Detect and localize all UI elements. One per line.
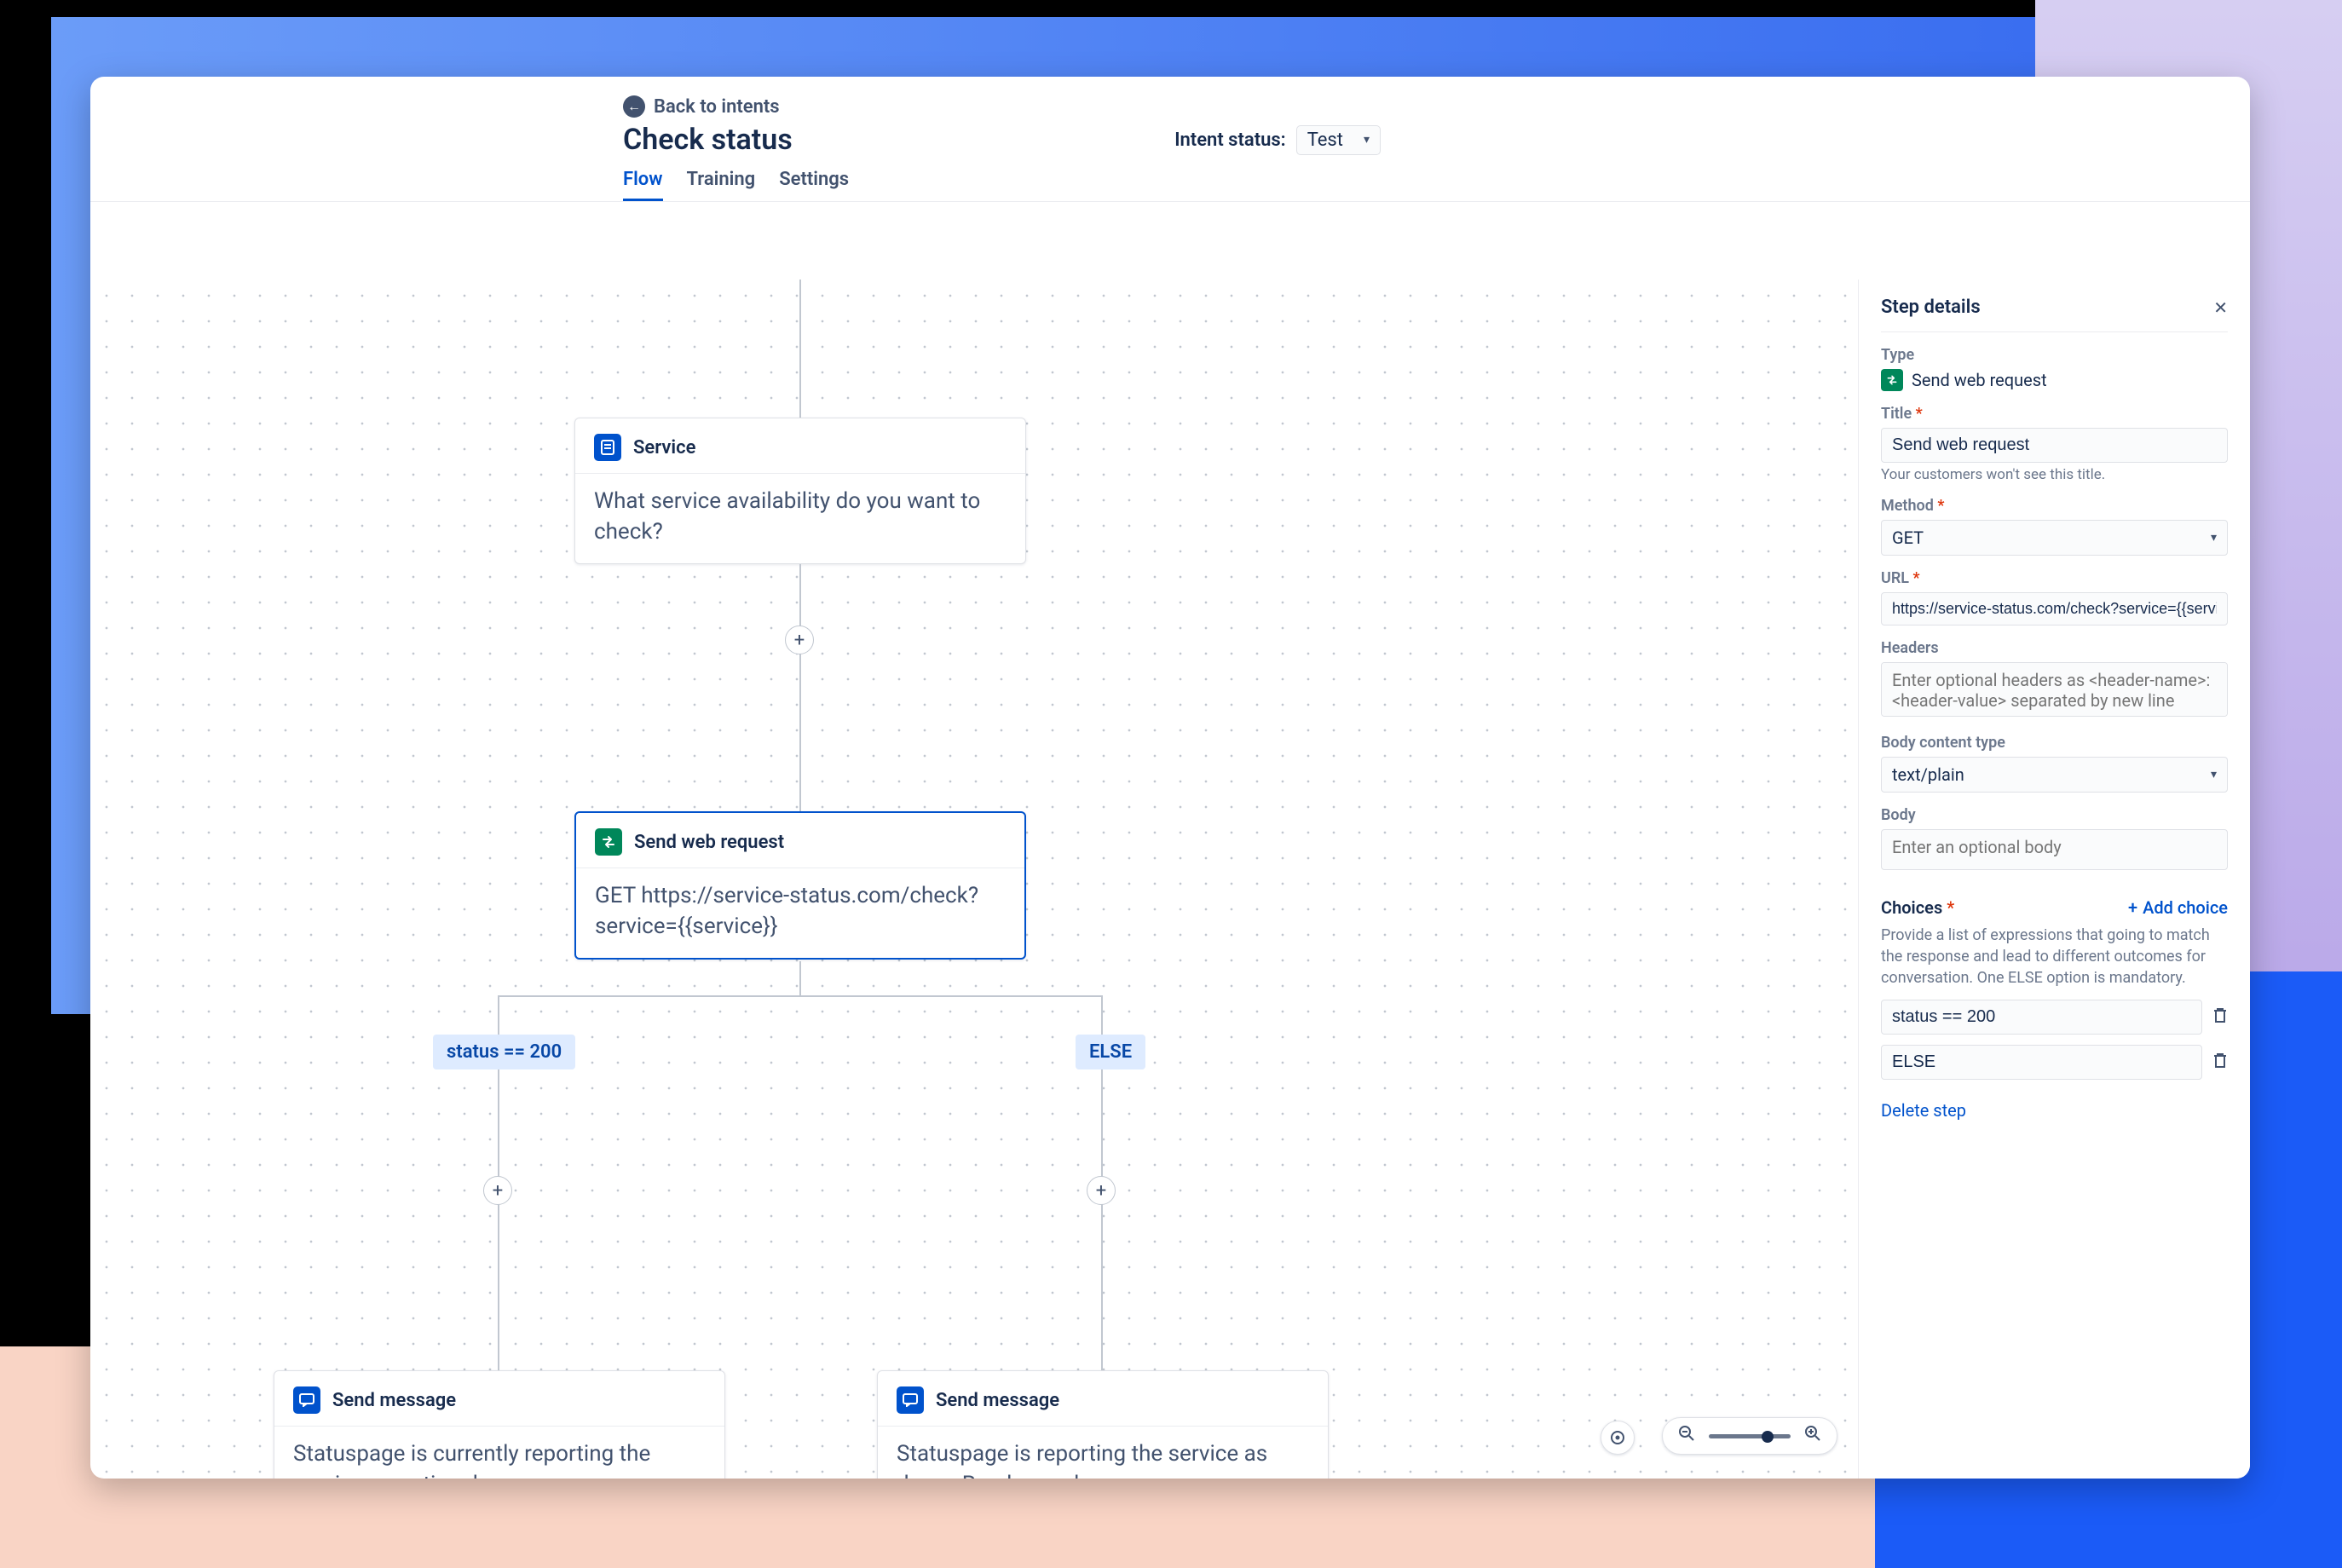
url-input[interactable] (1881, 592, 2228, 625)
node-send-message-right[interactable]: Send message Statuspage is reporting the… (877, 1370, 1329, 1479)
flow-canvas[interactable]: Service What service availability do you… (90, 280, 1858, 1479)
header: ← Back to intents Check status Intent st… (90, 77, 2250, 202)
add-choice-button[interactable]: +Add choice (2128, 897, 2228, 918)
recenter-button[interactable] (1601, 1421, 1635, 1455)
title-hint: Your customers won't see this title. (1881, 466, 2228, 483)
node-service[interactable]: Service What service availability do you… (574, 418, 1026, 564)
chevron-down-icon: ▾ (2211, 768, 2217, 781)
headers-input[interactable] (1881, 662, 2228, 717)
method-field-label: Method * (1881, 497, 2228, 515)
url-field-label: URL * (1881, 569, 2228, 587)
divider (575, 473, 1025, 474)
tabs: Flow Training Settings (623, 164, 2250, 201)
zoom-slider[interactable] (1709, 1434, 1791, 1438)
node-msg-left-title: Send message (332, 1390, 456, 1411)
plus-icon: + (2128, 897, 2137, 918)
panel-title: Step details (1881, 297, 1981, 318)
node-msg-left-body: Statuspage is currently reporting the se… (293, 1438, 706, 1479)
app-window: ← Back to intents Check status Intent st… (90, 77, 2250, 1479)
zoom-slider-knob[interactable] (1762, 1431, 1774, 1443)
page-title: Check status (623, 123, 793, 157)
trash-icon[interactable] (2212, 1006, 2228, 1028)
body-input[interactable] (1881, 829, 2228, 870)
back-link-label: Back to intents (654, 96, 780, 118)
body-type-select[interactable]: text/plain ▾ (1881, 757, 2228, 793)
title-field-label: Title * (1881, 405, 2228, 423)
divider (274, 1426, 724, 1427)
branch-label-left[interactable]: status == 200 (433, 1035, 575, 1069)
node-service-title: Service (633, 437, 695, 458)
node-msg-right-body: Statuspage is reporting the service as d… (897, 1438, 1309, 1479)
type-value: Send web request (1912, 370, 2047, 390)
node-webreq-body: GET https://service-status.com/check?ser… (595, 880, 1006, 943)
add-step-button[interactable]: + (785, 625, 814, 654)
close-icon[interactable]: ✕ (2213, 297, 2228, 318)
zoom-out-icon[interactable] (1678, 1425, 1695, 1447)
chevron-down-icon: ▾ (1364, 133, 1370, 147)
chevron-down-icon: ▾ (2211, 531, 2217, 545)
intent-status-label: Intent status: (1174, 130, 1286, 151)
zoom-controls (1662, 1417, 1837, 1455)
tab-settings[interactable]: Settings (779, 164, 849, 201)
intent-status-select[interactable]: Test ▾ (1296, 125, 1381, 155)
node-msg-right-title: Send message (936, 1390, 1059, 1411)
choice-row (1881, 1045, 2228, 1080)
swap-arrows-icon (1881, 369, 1903, 391)
connector (799, 961, 801, 995)
title-input[interactable] (1881, 428, 2228, 463)
choices-label: Choices * (1881, 897, 1954, 918)
method-value: GET (1892, 527, 1924, 548)
body-type-field-label: Body content type (1881, 734, 2228, 752)
arrow-left-icon: ← (623, 95, 645, 118)
add-step-right-button[interactable]: + (1087, 1176, 1116, 1205)
connector (799, 564, 801, 811)
type-label: Type (1881, 346, 2228, 364)
trash-icon[interactable] (2212, 1052, 2228, 1073)
body-field-label: Body (1881, 806, 2228, 824)
chat-icon (293, 1386, 320, 1414)
tab-training[interactable]: Training (687, 164, 756, 201)
method-select[interactable]: GET ▾ (1881, 520, 2228, 556)
headers-field-label: Headers (1881, 639, 2228, 657)
node-send-message-left[interactable]: Send message Statuspage is currently rep… (274, 1370, 725, 1479)
divider (878, 1426, 1328, 1427)
connector (799, 280, 801, 418)
add-step-left-button[interactable]: + (483, 1176, 512, 1205)
document-icon (594, 434, 621, 461)
node-service-body: What service availability do you want to… (594, 486, 1007, 548)
swap-arrows-icon (595, 828, 622, 856)
tab-flow[interactable]: Flow (623, 164, 663, 201)
back-link[interactable]: ← Back to intents (623, 95, 2250, 118)
choice-row (1881, 1000, 2228, 1035)
chat-icon (897, 1386, 924, 1414)
delete-step-link[interactable]: Delete step (1881, 1100, 1966, 1121)
body-type-value: text/plain (1892, 764, 1964, 785)
node-webreq-title: Send web request (634, 832, 784, 853)
choice-input-1[interactable] (1881, 1045, 2202, 1080)
node-send-web-request[interactable]: Send web request GET https://service-sta… (574, 811, 1026, 960)
choices-description: Provide a list of expressions that going… (1881, 925, 2228, 989)
connector (498, 995, 1103, 997)
choice-input-0[interactable] (1881, 1000, 2202, 1035)
branch-label-right[interactable]: ELSE (1076, 1035, 1145, 1069)
zoom-in-icon[interactable] (1804, 1425, 1821, 1447)
intent-status-value: Test (1307, 130, 1343, 151)
step-details-panel: Step details ✕ Type Send web request Tit… (1858, 280, 2250, 1479)
